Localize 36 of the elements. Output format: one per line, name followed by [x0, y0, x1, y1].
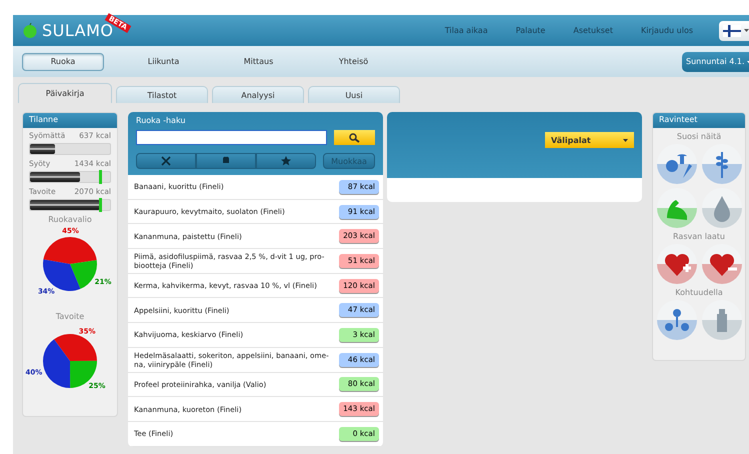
search-icon: [348, 132, 360, 142]
panel-title: Ravinteet: [653, 113, 745, 128]
filter-button[interactable]: [256, 153, 316, 169]
search-field[interactable]: [136, 130, 327, 145]
cutlery-icon: [161, 156, 172, 166]
nav-item[interactable]: Yhteisö: [306, 52, 401, 70]
panel-title: Ruoka -haku: [136, 116, 186, 125]
salt-shaker-icon[interactable]: [702, 300, 742, 340]
language-dropdown[interactable]: [719, 20, 749, 40]
date-dropdown[interactable]: Sunnuntai 4.1.: [682, 52, 749, 72]
caret-icon: [744, 29, 749, 32]
group-label: Rasvan laatu: [672, 232, 726, 241]
grain-icon[interactable]: [702, 144, 742, 184]
nav-item[interactable]: Liikunta: [116, 52, 211, 70]
group-label: Kohtuudella: [674, 288, 724, 297]
filter-button[interactable]: [136, 153, 196, 169]
panel-title: Tilanne: [23, 113, 117, 128]
heart-minus-icon[interactable]: [702, 244, 742, 284]
tab[interactable]: Tilastot: [116, 86, 208, 103]
drop-icon[interactable]: [702, 188, 742, 228]
chart-title: Tavoite: [54, 312, 86, 321]
tab[interactable]: Uusi: [308, 86, 400, 103]
tab[interactable]: Analyysi: [212, 86, 304, 103]
meal-dropdown[interactable]: Välipalat: [545, 132, 634, 148]
search-button[interactable]: [334, 130, 375, 145]
nav-item[interactable]: Mittaus: [211, 52, 306, 70]
caret-icon: [623, 138, 628, 142]
star-icon: [281, 156, 292, 166]
chart-title: Ruokavalio: [47, 215, 93, 224]
filter-button[interactable]: [196, 153, 256, 169]
nav-item[interactable]: Ruoka: [22, 52, 104, 70]
flag-icon: [723, 24, 741, 36]
group-label: Suosi näitä: [676, 132, 722, 141]
apple-icon: [23, 23, 37, 38]
heart-plus-icon[interactable]: [656, 244, 696, 284]
tab[interactable]: Päivakirja: [18, 83, 112, 103]
